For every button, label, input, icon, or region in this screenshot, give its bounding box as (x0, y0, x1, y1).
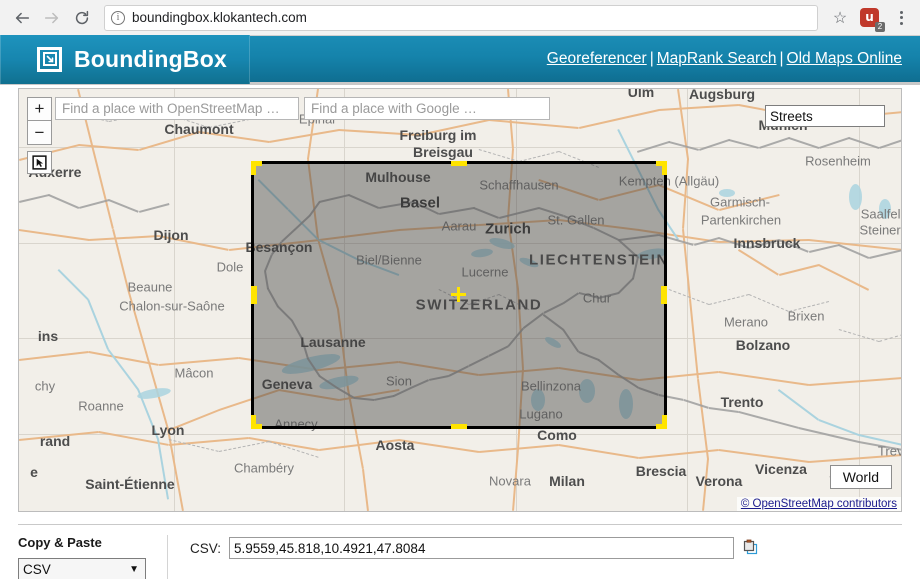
selection-center-crosshair-icon[interactable] (451, 287, 466, 302)
browser-menu-button[interactable] (890, 4, 912, 32)
zoom-out-button[interactable]: − (28, 121, 51, 144)
handle-left-center[interactable] (251, 286, 257, 304)
nav-separator: | (649, 50, 654, 67)
graticule-line (174, 89, 175, 511)
address-bar[interactable]: i boundingbox.klokantech.com (104, 4, 818, 31)
map-attribution[interactable]: © OpenStreetMap contributors (736, 497, 901, 511)
copy-clipboard-icon (743, 539, 758, 555)
extension-button[interactable]: u 2 (860, 7, 885, 32)
header-nav: Georeferencer | MapRank Search | Old Maps On… (547, 50, 920, 68)
site-info-icon[interactable]: i (111, 10, 125, 25)
draw-rectangle-icon (32, 155, 47, 170)
draw-rectangle-button[interactable] (27, 151, 52, 174)
nav-separator: | (779, 50, 784, 67)
handle-bottom-center[interactable] (451, 424, 467, 429)
bookmark-button[interactable]: ☆ (826, 4, 854, 32)
handle-bottom-left[interactable] (251, 415, 262, 429)
zoom-in-button[interactable]: + (28, 98, 51, 121)
url-text: boundingbox.klokantech.com (132, 10, 307, 25)
browser-toolbar: i boundingbox.klokantech.com ☆ u 2 (0, 0, 920, 36)
bounding-box-selection[interactable] (251, 161, 667, 429)
graticule-line (19, 147, 901, 148)
menu-dot (899, 10, 903, 14)
reload-button[interactable] (68, 4, 96, 32)
lake (719, 189, 735, 197)
search-input-google[interactable] (304, 97, 550, 120)
link-georeferencer[interactable]: Georeferencer (547, 50, 647, 67)
lake (849, 184, 862, 210)
graticule-line (859, 89, 860, 511)
csv-value-input[interactable] (229, 537, 735, 559)
forward-button[interactable] (38, 4, 66, 32)
graticule-line (19, 434, 901, 435)
lake (879, 199, 891, 219)
forward-arrow-icon (44, 12, 59, 23)
csv-label: CSV: (190, 540, 222, 556)
map-container[interactable]: ChaumontEpinalFreiburg imBreisgauUlmAugs… (18, 88, 902, 512)
handle-bottom-right[interactable] (656, 415, 667, 429)
extension-badge: 2 (875, 21, 885, 32)
handle-right-center[interactable] (661, 286, 667, 304)
link-maprank-search[interactable]: MapRank Search (657, 50, 777, 67)
handle-top-right[interactable] (656, 161, 667, 175)
copy-paste-title: Copy & Paste (18, 535, 102, 550)
brand-block[interactable]: BoundingBox (0, 34, 250, 84)
reload-icon (75, 10, 89, 24)
copy-paste-panel: Copy & Paste CSVWKTGeoJSONOGRSpatialiteM… (18, 524, 902, 579)
star-icon: ☆ (832, 9, 848, 27)
site-header: BoundingBox Georeferencer | MapRank Search… (0, 34, 920, 85)
menu-dot (899, 16, 903, 19)
menu-dot (899, 21, 903, 25)
brand-title: BoundingBox (74, 45, 227, 72)
handle-top-left[interactable] (251, 161, 262, 175)
handle-top-center[interactable] (451, 161, 467, 166)
link-old-maps-online[interactable]: Old Maps Online (787, 50, 902, 67)
copy-clipboard-button[interactable] (742, 539, 760, 557)
format-select[interactable]: CSVWKTGeoJSONOGRSpatialiteMySQL (18, 558, 146, 579)
back-arrow-icon (15, 12, 30, 23)
layer-select[interactable]: StreetsSatelliteTerrain (765, 105, 885, 127)
format-select-wrapper: CSVWKTGeoJSONOGRSpatialiteMySQL ▼ (18, 558, 146, 579)
world-extent-button[interactable]: World (829, 465, 892, 489)
search-input-osm[interactable] (55, 97, 299, 120)
csv-row: CSV: (168, 535, 760, 559)
boundingbox-logo-icon (37, 46, 62, 72)
format-column: Copy & Paste CSVWKTGeoJSONOGRSpatialiteM… (18, 535, 168, 579)
zoom-controls: + − (27, 97, 52, 145)
back-button[interactable] (8, 4, 36, 32)
